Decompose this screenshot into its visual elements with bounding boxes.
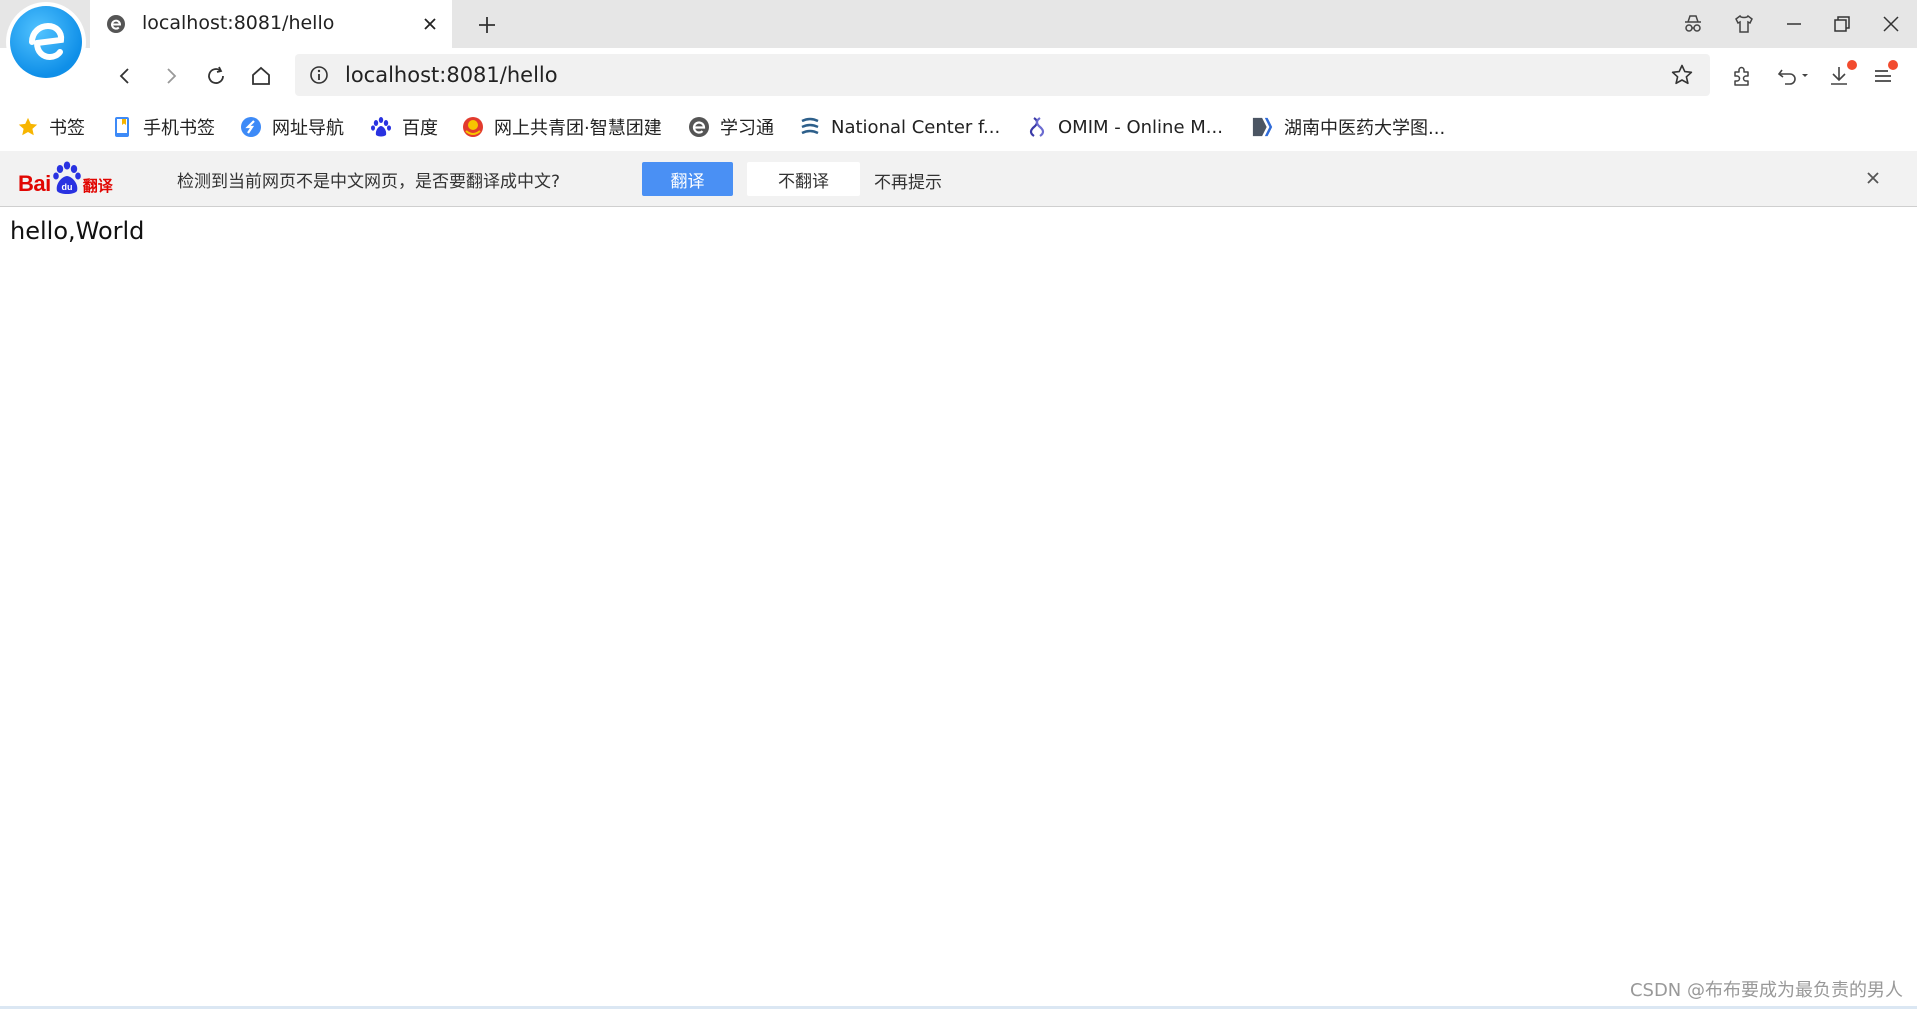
back-icon[interactable] — [109, 60, 141, 92]
bookmark-label: 百度 — [402, 118, 438, 139]
logo-suffix: 翻译 — [82, 177, 113, 195]
bookmark-item-bookmarks[interactable]: 书签 — [17, 114, 85, 140]
baidu-paw-icon: du — [52, 161, 81, 194]
no-translate-button[interactable]: 不翻译 — [747, 162, 860, 196]
tab-active[interactable]: localhost:8081/hello — [90, 0, 452, 48]
menu-notification-dot — [1888, 60, 1898, 70]
translate-message: 检测到当前网页不是中文网页，是否要翻译成中文? — [177, 172, 561, 192]
xuexitong-icon — [688, 116, 710, 138]
home-icon[interactable] — [245, 60, 277, 92]
bookmark-item-library[interactable]: 湖南中医药大学图... — [1252, 114, 1445, 140]
reload-icon[interactable] — [200, 60, 232, 92]
omim-icon — [1026, 116, 1048, 138]
bookmark-item-ncbi[interactable]: National Center f... — [799, 114, 1000, 140]
extensions-icon[interactable] — [1725, 60, 1759, 92]
ncbi-icon — [799, 116, 821, 138]
bookmarks-bar: 书签 手机书签 网址导航 百度 网上共青团·智慧团建 学习通 National … — [0, 104, 1917, 151]
tab-title: localhost:8081/hello — [142, 12, 335, 34]
baidu-paw-icon — [370, 116, 392, 138]
logo-text: Bai — [18, 171, 51, 196]
browser-logo-icon[interactable] — [6, 2, 86, 82]
toolbar: localhost:8081/hello — [0, 48, 1917, 104]
star-icon — [17, 116, 39, 138]
translate-bar: Bai du 翻译 检测到当前网页不是中文网页，是否要翻译成中文? 翻译 不翻译… — [0, 151, 1917, 207]
address-bar[interactable]: localhost:8081/hello — [295, 54, 1710, 96]
close-translate-bar-icon[interactable] — [1860, 165, 1886, 191]
navigation-icon — [240, 116, 262, 138]
bookmark-item-navigation[interactable]: 网址导航 — [240, 114, 344, 140]
download-icon[interactable] — [1822, 60, 1857, 92]
bookmark-item-omim[interactable]: OMIM - Online M... — [1026, 114, 1223, 140]
bookmark-label: 网址导航 — [272, 118, 344, 139]
download-notification-dot — [1847, 60, 1857, 70]
bookmark-item-mobile[interactable]: 手机书签 — [111, 114, 215, 140]
bookmark-label: 书签 — [49, 118, 85, 139]
undo-close-tab-icon[interactable] — [1772, 60, 1816, 92]
close-window-icon[interactable] — [1876, 9, 1906, 39]
bookmark-label: 湖南中医药大学图... — [1284, 118, 1446, 139]
translate-button[interactable]: 翻译 — [642, 162, 733, 196]
url-text[interactable]: localhost:8081/hello — [345, 63, 558, 87]
baidu-translate-logo: Bai du 翻译 — [18, 161, 113, 195]
skin-icon[interactable] — [1729, 9, 1759, 39]
restore-icon[interactable] — [1827, 9, 1857, 39]
forward-icon[interactable] — [155, 60, 187, 92]
bookmark-item-youth-league[interactable]: 网上共青团·智慧团建 — [462, 114, 662, 140]
menu-icon[interactable] — [1866, 60, 1900, 92]
bookmark-label: 手机书签 — [143, 118, 215, 139]
bookmark-label: 网上共青团·智慧团建 — [494, 118, 662, 139]
tab-favicon-icon — [106, 14, 126, 38]
svg-text:du: du — [61, 182, 72, 192]
no-prompt-link[interactable]: 不再提示 — [874, 168, 942, 193]
bookmark-star-icon[interactable] — [1670, 63, 1694, 91]
phone-bookmark-icon — [111, 116, 133, 138]
library-icon — [1252, 116, 1274, 138]
bookmark-label: 学习通 — [720, 118, 774, 139]
incognito-icon[interactable] — [1678, 9, 1708, 39]
minimize-icon[interactable] — [1779, 9, 1809, 39]
page-body-text: hello,World — [10, 217, 145, 245]
tab-close-icon[interactable] — [418, 12, 442, 36]
youth-league-icon — [462, 116, 484, 138]
bookmark-label: OMIM - Online M... — [1058, 116, 1223, 138]
bookmark-item-xuexitong[interactable]: 学习通 — [688, 114, 774, 140]
bookmark-label: National Center f... — [831, 116, 1001, 138]
new-tab-button[interactable] — [472, 10, 502, 40]
bookmark-item-baidu[interactable]: 百度 — [370, 114, 438, 140]
title-bar: localhost:8081/hello — [0, 0, 1917, 82]
csdn-watermark: CSDN @布布要成为最负责的男人 — [1629, 980, 1903, 1001]
site-info-icon[interactable] — [309, 65, 329, 89]
